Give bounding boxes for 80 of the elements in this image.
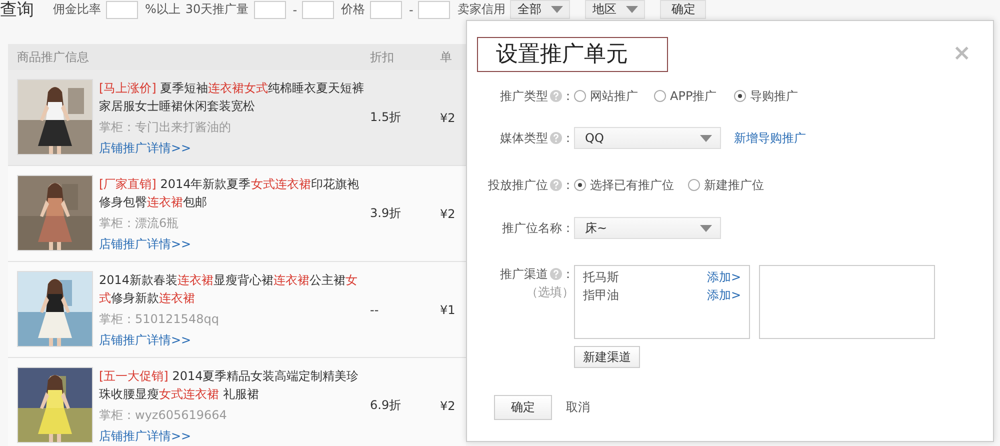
add-link[interactable]: 添加> — [706, 286, 741, 304]
product-title: [马上涨价] 夏季短袖连衣裙女式纯棉睡衣夏天短裤家居服女士睡裙休闲套装宽松 — [99, 80, 366, 114]
radio-option[interactable]: 导购推广 — [734, 88, 800, 104]
radio-button[interactable] — [654, 90, 666, 102]
radio-button[interactable] — [574, 179, 586, 191]
shopkeeper-text: 掌柜：wyz605619664 — [99, 406, 228, 424]
discount-text: 1.5折 — [370, 109, 402, 126]
filter-input[interactable] — [106, 0, 138, 18]
radio-option[interactable]: 选择已有推广位 — [574, 176, 674, 194]
product-title: [五一大促销] 2014夏季精品女装高端定制精美珍珠收腰显瘦女式连衣裙 礼服裙 — [99, 368, 360, 402]
filter-label: - — [292, 2, 298, 16]
colon-text: ： — [562, 88, 574, 104]
column-header: 折扣 — [370, 48, 395, 66]
optional-note: （选填） — [526, 284, 574, 301]
filter-input[interactable] — [370, 0, 402, 18]
shop-details-link[interactable]: 店铺推广详情>> — [99, 428, 192, 444]
radio-option[interactable]: APP推广 — [654, 88, 720, 104]
radio-button[interactable] — [688, 179, 700, 191]
help-icon[interactable] — [550, 268, 562, 280]
price-text: ¥2 — [440, 206, 456, 220]
select-dropdown[interactable]: 床~ — [574, 217, 721, 239]
filter-input[interactable] — [254, 0, 286, 18]
caret-icon — [700, 224, 712, 232]
field-label: 推广位名称 — [502, 220, 562, 236]
radio-button[interactable] — [574, 90, 586, 102]
channel-name: 托马斯 — [583, 269, 619, 286]
filter-label: 佣金比率 — [53, 1, 101, 18]
dialog-title: 设置推广单元 — [477, 37, 668, 72]
page-heading: 查询 — [0, 0, 34, 21]
shop-details-link[interactable]: 店铺推广详情>> — [99, 140, 192, 156]
confirm-button[interactable]: 确定 — [494, 395, 552, 420]
select-dropdown[interactable]: QQ — [574, 127, 721, 149]
field-label: 推广类型 — [500, 88, 548, 104]
filter-label: %以上 — [145, 1, 180, 18]
discount-text: 6.9折 — [370, 397, 402, 414]
filter-dropdown[interactable]: 全部 — [510, 0, 570, 19]
radio-option[interactable]: 新建推广位 — [688, 176, 764, 194]
new-channel-button[interactable]: 新建渠道 — [574, 346, 640, 368]
radio-option[interactable]: 网站推广 — [574, 88, 640, 104]
caret-icon — [700, 134, 712, 142]
price-text: ¥1 — [440, 302, 456, 316]
column-header: 商品推广信息 — [16, 48, 90, 66]
add-link[interactable]: 添加> — [706, 268, 741, 286]
caret-icon — [626, 6, 638, 13]
price-text: ¥2 — [440, 110, 456, 124]
filter-dropdown[interactable]: 地区 — [585, 0, 646, 19]
colon-text: ： — [562, 220, 574, 236]
radio-button[interactable] — [734, 90, 746, 102]
price-text: ¥2 — [440, 398, 456, 412]
colon-text: ： — [562, 130, 574, 146]
filter-input[interactable] — [302, 0, 334, 18]
colon-text: ： — [562, 176, 574, 194]
filter-label: 卖家信用 — [457, 1, 506, 18]
discount-text: -- — [370, 302, 380, 316]
shop-details-link[interactable]: 店铺推广详情>> — [99, 332, 192, 348]
colon-text: ： — [562, 266, 574, 283]
cancel-link[interactable]: 取消 — [566, 399, 590, 416]
shop-details-link[interactable]: 店铺推广详情>> — [99, 236, 192, 252]
field-label: 媒体类型 — [500, 130, 548, 146]
filter-label: 30天推广量 — [185, 1, 249, 18]
product-title: 2014新款春装连衣裙显瘦背心裙连衣裙公主裙女式修身新款连衣裙 — [99, 272, 359, 306]
filter-label: - — [409, 2, 414, 16]
field-label: 推广渠道 — [500, 266, 548, 283]
field-label: 投放推广位 — [488, 176, 548, 194]
filter-label: 价格 — [341, 1, 366, 18]
confirm-button[interactable]: 确定 — [660, 0, 706, 19]
filter-input[interactable] — [418, 0, 450, 18]
add-link[interactable]: 新增导购推广 — [734, 130, 806, 146]
product-row[interactable]: [马上涨价] 夏季短袖连衣裙女式纯棉睡衣夏天短裤家居服女士睡裙休闲套装宽松 掌柜：专门出来打酱油的 店铺推广详情>> 1.5折 ¥2 — [8, 70, 466, 166]
discount-text: 3.9折 — [370, 205, 402, 222]
help-icon[interactable] — [550, 179, 562, 191]
product-title: [厂家直销] 2014年新款夏季女式连衣裙印花旗袍修身包臀连衣裙包邮 — [99, 176, 360, 210]
caret-icon — [551, 6, 564, 13]
channel-name: 指甲油 — [583, 287, 619, 304]
shopkeeper-text: 掌柜：漂流6瓶 — [99, 214, 180, 232]
column-header: 单 — [440, 48, 453, 66]
help-icon[interactable] — [550, 132, 562, 144]
shopkeeper-text: 掌柜：510121548qq — [99, 310, 220, 328]
shopkeeper-text: 掌柜：专门出来打酱油的 — [99, 118, 232, 136]
help-icon[interactable] — [550, 90, 562, 102]
